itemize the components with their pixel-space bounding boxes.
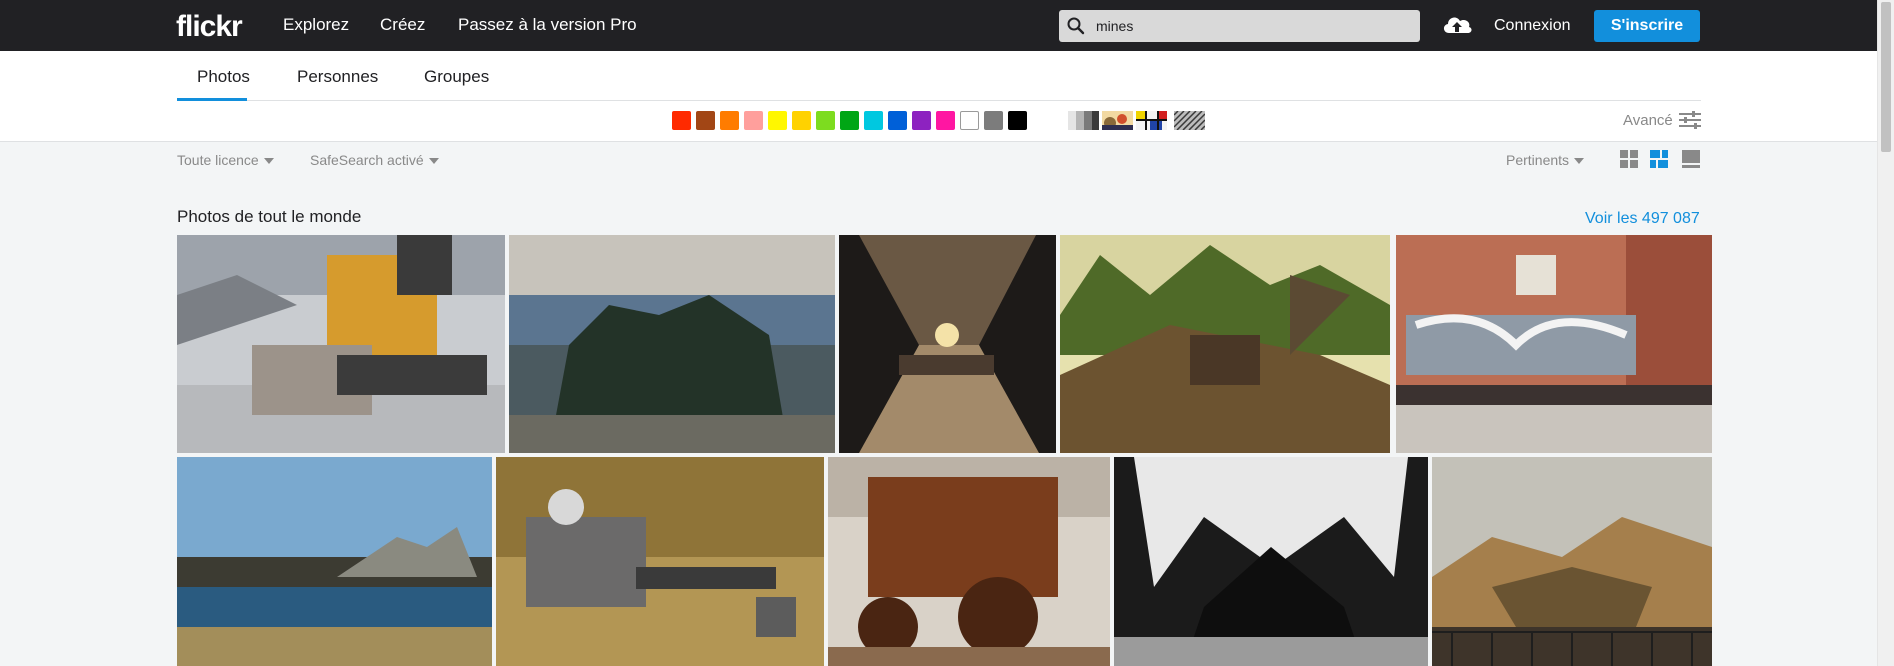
- photo-salt-cave[interactable]: [1114, 457, 1428, 666]
- section-title: Photos de tout le monde: [177, 207, 362, 226]
- tab-groups[interactable]: Groupes: [424, 67, 489, 87]
- search-input[interactable]: [1096, 10, 1406, 42]
- search-box: [1059, 10, 1420, 42]
- photo-rusty-tractor[interactable]: [828, 457, 1110, 666]
- photo-lego-drill[interactable]: [496, 457, 824, 666]
- color-swatch[interactable]: [768, 111, 787, 130]
- color-swatch[interactable]: [816, 111, 835, 130]
- photo-mining-excavator[interactable]: [177, 235, 505, 453]
- search-icon[interactable]: [1067, 17, 1085, 35]
- nav-go-pro[interactable]: Passez à la version Pro: [458, 15, 637, 35]
- color-swatch[interactable]: [840, 111, 859, 130]
- pattern-textures[interactable]: [1174, 111, 1205, 130]
- photo-mine-ruins-forest[interactable]: [1060, 235, 1390, 453]
- cloud-upload-icon[interactable]: [1441, 11, 1473, 39]
- grid-view-icon[interactable]: [1620, 150, 1638, 168]
- signup-button[interactable]: S'inscrire: [1594, 10, 1700, 42]
- color-swatch[interactable]: [696, 111, 715, 130]
- color-swatch[interactable]: [912, 111, 931, 130]
- pattern-minimalist[interactable]: [1136, 111, 1167, 130]
- tab-people[interactable]: Personnes: [297, 67, 378, 87]
- login-link[interactable]: Connexion: [1494, 17, 1571, 35]
- color-swatch[interactable]: [792, 111, 811, 130]
- color-swatch[interactable]: [1008, 111, 1027, 130]
- color-swatch[interactable]: [720, 111, 739, 130]
- photo-mountain-hikers[interactable]: [509, 235, 835, 453]
- flickr-logo[interactable]: flickr: [176, 10, 243, 44]
- photo-lake-mine[interactable]: [177, 457, 492, 666]
- color-swatch[interactable]: [936, 111, 955, 130]
- color-swatch[interactable]: [864, 111, 883, 130]
- color-swatch[interactable]: [960, 111, 979, 130]
- pattern-shallow-depth[interactable]: [1102, 111, 1133, 130]
- license-filter[interactable]: Toute licence: [177, 152, 274, 168]
- detail-view-icon[interactable]: [1682, 150, 1700, 168]
- photo-open-pit-mine[interactable]: [1432, 457, 1712, 666]
- color-swatch[interactable]: [672, 111, 691, 130]
- pattern-black-white[interactable]: [1068, 111, 1099, 130]
- color-swatch[interactable]: [984, 111, 1003, 130]
- chevron-down-icon: [1574, 158, 1585, 165]
- active-tab-indicator: [177, 98, 247, 101]
- nav-create[interactable]: Créez: [380, 15, 425, 35]
- chevron-down-icon: [263, 158, 274, 165]
- search-tabs: Photos Personnes Groupes: [177, 50, 1701, 101]
- color-swatch[interactable]: [744, 111, 763, 130]
- tab-photos[interactable]: Photos: [197, 67, 250, 87]
- sort-filter[interactable]: Pertinents: [1506, 152, 1585, 168]
- photo-mine-tunnel[interactable]: [839, 235, 1056, 453]
- chevron-down-icon: [428, 158, 439, 165]
- top-navigation-bar: flickr Explorez Créez Passez à la versio…: [0, 0, 1894, 51]
- photo-graffiti-train[interactable]: [1396, 235, 1712, 453]
- justified-view-icon[interactable]: [1650, 150, 1668, 168]
- page-scrollbar[interactable]: [1877, 0, 1894, 666]
- advanced-search-link[interactable]: Avancé: [1623, 112, 1673, 129]
- nav-explore[interactable]: Explorez: [283, 15, 349, 35]
- sliders-icon[interactable]: [1679, 110, 1701, 130]
- see-all-link[interactable]: Voir les 497 087: [1585, 210, 1700, 228]
- safesearch-filter[interactable]: SafeSearch activé: [310, 152, 439, 168]
- scrollbar-thumb[interactable]: [1881, 2, 1891, 152]
- color-swatch[interactable]: [888, 111, 907, 130]
